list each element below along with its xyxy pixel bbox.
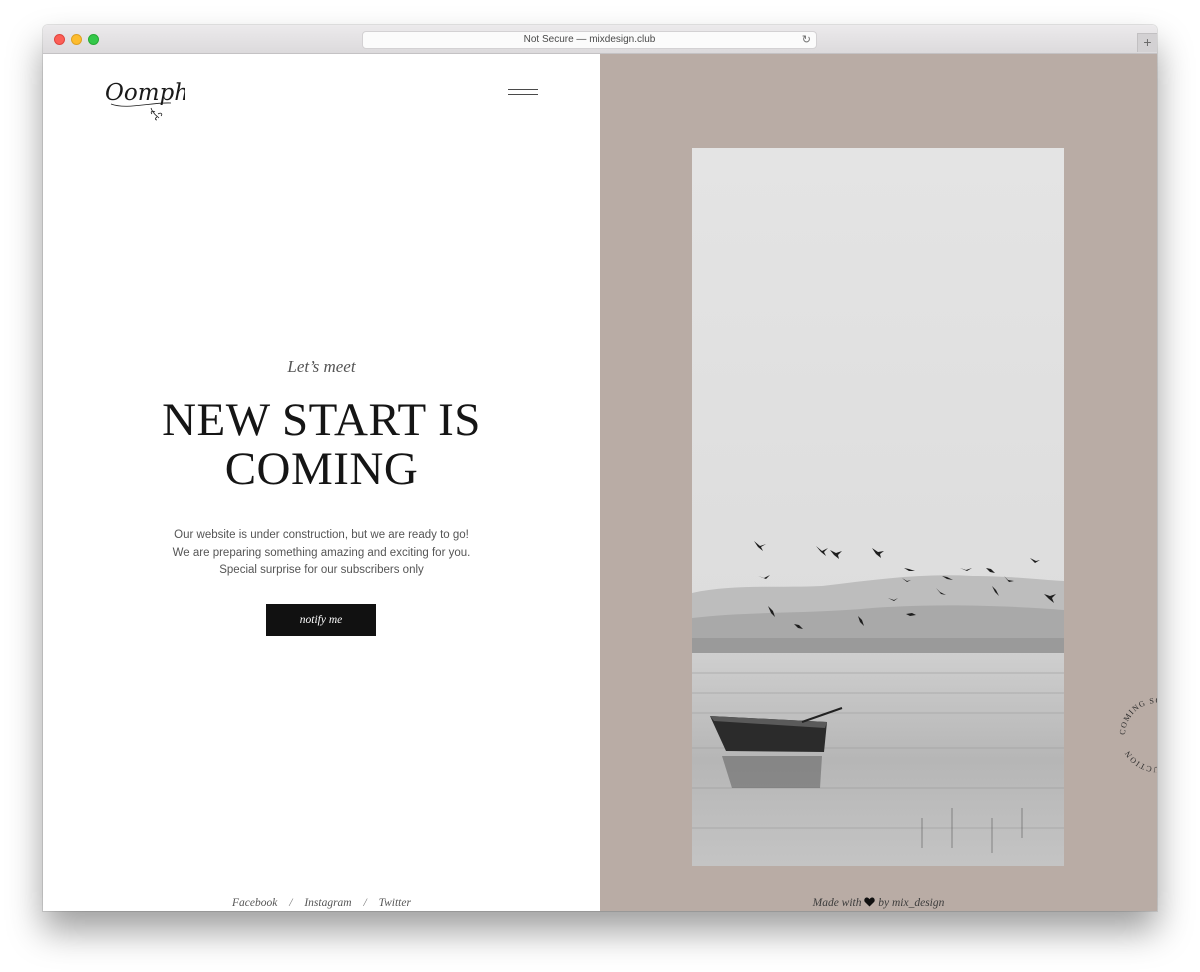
svg-text:COMING SOON UNDER CONSTRUCTION: COMING SOON UNDER CONSTRUCTION: [1118, 696, 1157, 774]
social-separator: /: [289, 897, 293, 909]
description-line-3: Special surprise for our subscribers onl…: [219, 564, 424, 576]
coming-soon-circular-badge: COMING SOON UNDER CONSTRUCTION: [1118, 696, 1157, 774]
credit-made-with: Made with: [812, 897, 862, 909]
hamburger-menu-icon[interactable]: [508, 89, 538, 97]
browser-window: Not Secure — mixdesign.club ↻ + Oomph Le…: [43, 25, 1157, 911]
lake-boat-birds-photo: [692, 148, 1064, 866]
maximize-window-button[interactable]: [88, 34, 99, 45]
headline-line-1: NEW START IS: [162, 394, 481, 446]
reload-icon[interactable]: ↻: [802, 33, 811, 47]
page-content: Oomph Let’s meet NEW START IS COMING Our…: [43, 54, 1157, 911]
left-panel: Oomph Let’s meet NEW START IS COMING Our…: [43, 54, 600, 911]
logo-text: Oomph: [105, 80, 185, 106]
twitter-link[interactable]: Twitter: [379, 897, 411, 909]
browser-titlebar: Not Secure — mixdesign.club ↻ +: [43, 25, 1157, 54]
instagram-link[interactable]: Instagram: [304, 897, 351, 909]
description-line-2: We are preparing something amazing and e…: [172, 546, 471, 559]
credit-by-author[interactable]: by mix_design: [878, 897, 944, 909]
hero-headline: NEW START IS COMING: [43, 396, 600, 494]
badge-circular-text: COMING SOON UNDER CONSTRUCTION: [1118, 696, 1157, 774]
hero-eyebrow: Let’s meet: [287, 357, 356, 376]
social-links: Facebook / Instagram / Twitter: [43, 897, 600, 909]
headline-line-2: COMING: [224, 443, 419, 495]
address-bar-text: Not Secure — mixdesign.club: [523, 34, 656, 45]
made-with-credit: Made with by mix_design: [600, 897, 1157, 909]
address-bar[interactable]: Not Secure — mixdesign.club ↻: [362, 31, 817, 49]
description-line-1: Our website is under construction, but w…: [174, 529, 469, 541]
oomph-logo[interactable]: Oomph: [103, 74, 185, 124]
notify-me-button[interactable]: notify me: [266, 604, 376, 636]
facebook-link[interactable]: Facebook: [232, 897, 277, 909]
close-window-button[interactable]: [54, 34, 65, 45]
hero-description: Our website is under construction, but w…: [43, 527, 600, 580]
minimize-window-button[interactable]: [71, 34, 82, 45]
heart-icon: [864, 897, 876, 907]
social-separator: /: [363, 897, 367, 909]
right-panel: COMING SOON UNDER CONSTRUCTION Made with…: [600, 54, 1157, 911]
new-tab-button[interactable]: +: [1137, 33, 1157, 52]
